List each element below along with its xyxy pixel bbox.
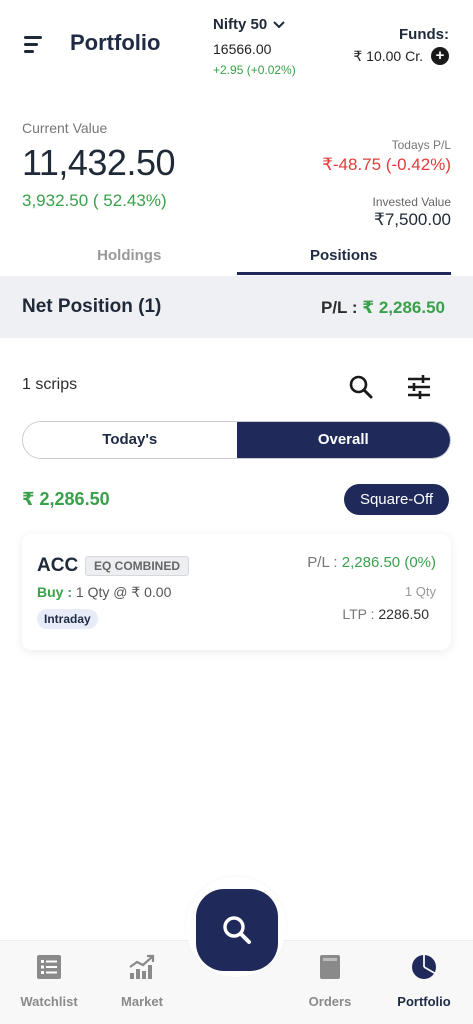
position-ltp: LTP : 2286.50 bbox=[342, 606, 429, 622]
nav-portfolio-label: Portfolio bbox=[397, 994, 451, 1009]
position-pl-label: P/L : bbox=[307, 554, 338, 571]
tab-holdings[interactable]: Holdings bbox=[22, 237, 237, 275]
toggle-todays[interactable]: Today's bbox=[23, 422, 237, 458]
position-symbol: ACC bbox=[37, 555, 79, 576]
nav-watchlist-label: Watchlist bbox=[20, 994, 78, 1009]
net-position-title: Net Position (1) bbox=[22, 296, 162, 317]
square-off-button[interactable]: Square-Off bbox=[344, 484, 449, 515]
invested-value: ₹7,500.00 bbox=[374, 210, 451, 229]
ltp-label: LTP : bbox=[342, 606, 375, 622]
net-position-bar: Net Position (1) P/L : ₹ 2,286.50 bbox=[0, 276, 473, 338]
nav-market-label: Market bbox=[121, 994, 163, 1009]
nav-watchlist[interactable]: Watchlist bbox=[4, 953, 94, 1009]
chevron-down-icon bbox=[273, 20, 285, 28]
index-name: Nifty 50 bbox=[213, 16, 268, 33]
book-icon bbox=[320, 955, 340, 979]
current-value-label: Current Value bbox=[22, 120, 108, 136]
add-funds-icon[interactable]: + bbox=[431, 47, 449, 65]
search-icon bbox=[223, 916, 251, 944]
current-value-change: 3,932.50 ( 52.43%) bbox=[22, 191, 167, 210]
tab-positions[interactable]: Positions bbox=[236, 237, 451, 275]
position-qty: 1 Qty bbox=[404, 584, 436, 599]
todays-pl-label: Todays P/L bbox=[391, 138, 451, 152]
chart-icon bbox=[129, 954, 155, 979]
nav-portfolio[interactable]: Portfolio bbox=[379, 953, 469, 1009]
total-pl-value: ₹ 2,286.50 bbox=[22, 489, 110, 509]
position-pl: P/L : 2,286.50 (0%) bbox=[307, 554, 436, 571]
side-label: Buy : bbox=[37, 584, 72, 600]
toggle-overall[interactable]: Overall bbox=[236, 422, 450, 458]
app-header: Portfolio Nifty 50 16566.00 +2.95 (+0.02… bbox=[0, 0, 473, 100]
nav-orders[interactable]: Orders bbox=[285, 953, 375, 1009]
pie-chart-icon bbox=[412, 955, 436, 979]
nav-market[interactable]: Market bbox=[97, 953, 187, 1009]
list-icon bbox=[37, 955, 61, 979]
order-qty-price: 1 Qty @ ₹ 0.00 bbox=[75, 584, 172, 600]
hamburger-menu-icon[interactable] bbox=[24, 34, 44, 54]
search-fab-button[interactable] bbox=[196, 889, 278, 971]
nav-orders-label: Orders bbox=[308, 994, 352, 1009]
invested-value-label: Invested Value bbox=[372, 195, 452, 209]
index-ticker[interactable]: Nifty 50 16566.00 +2.95 (+0.02%) bbox=[213, 16, 296, 77]
net-pl-label: P/L : bbox=[321, 298, 358, 317]
funds-value: ₹ 10.00 Cr. bbox=[353, 47, 423, 64]
scrips-count: 1 scrips bbox=[22, 376, 78, 393]
product-badge: Intraday bbox=[37, 609, 98, 629]
funds-panel: Funds: ₹ 10.00 Cr. + bbox=[353, 26, 449, 65]
current-value: 11,432.50 bbox=[22, 142, 175, 183]
position-pl-value: 2,286.50 (0%) bbox=[341, 554, 436, 571]
ltp-value: 2286.50 bbox=[378, 606, 429, 622]
index-value: 16566.00 bbox=[213, 41, 272, 57]
page-title: Portfolio bbox=[70, 30, 161, 55]
period-toggle: Today's Overall bbox=[22, 421, 451, 459]
search-icon[interactable] bbox=[348, 374, 374, 400]
filter-sliders-icon[interactable] bbox=[406, 374, 432, 400]
net-pl-value: ₹ 2,286.50 bbox=[362, 298, 445, 317]
todays-pl-value: ₹-48.75 (-0.42%) bbox=[322, 155, 451, 174]
net-position-pl: P/L : ₹ 2,286.50 bbox=[321, 298, 445, 318]
order-detail: Buy : 1 Qty @ ₹ 0.00 bbox=[37, 584, 171, 601]
funds-label: Funds: bbox=[399, 26, 449, 43]
index-change: +2.95 (+0.02%) bbox=[213, 63, 296, 77]
position-card[interactable]: ACC EQ COMBINED Buy : 1 Qty @ ₹ 0.00 Int… bbox=[22, 534, 451, 650]
portfolio-tabs: Holdings Positions bbox=[22, 237, 451, 275]
segment-badge: EQ COMBINED bbox=[85, 556, 190, 576]
